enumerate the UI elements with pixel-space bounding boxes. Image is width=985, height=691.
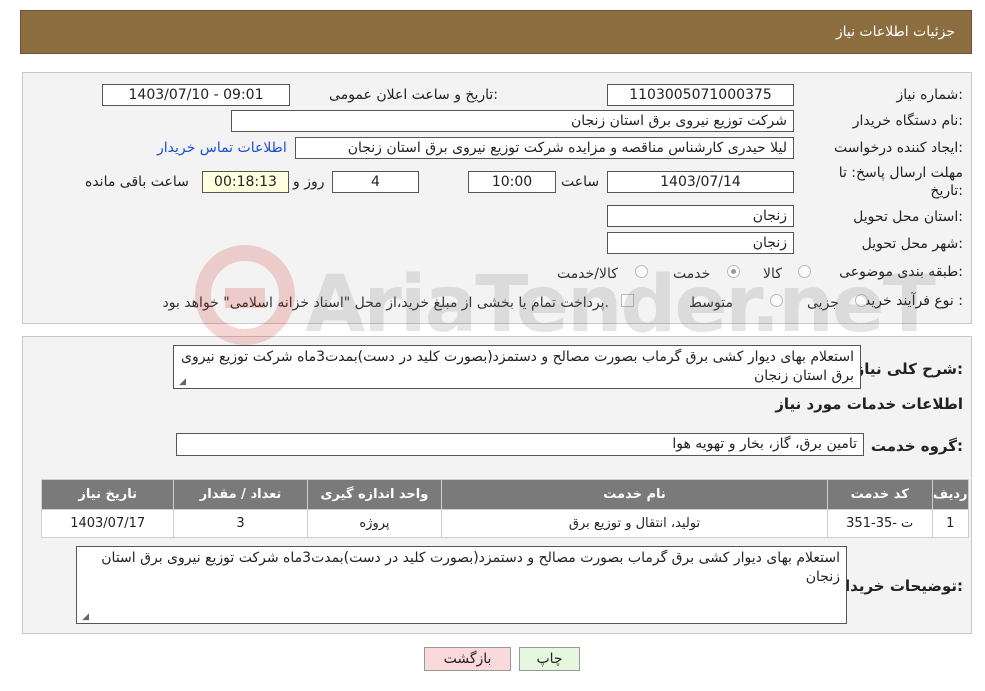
creator-label: ایجاد کننده درخواست: (834, 140, 963, 156)
deadline-label-1: مهلت ارسال پاسخ: تا (838, 165, 963, 181)
payment-note: پرداخت تمام یا بخشی از مبلغ خرید،از محل … (162, 295, 609, 311)
back-button[interactable]: بازگشت (424, 647, 511, 671)
remaining-time-field: 00:18:13 (202, 171, 289, 193)
province-field: زنجان (607, 205, 794, 227)
cell-service-code: ت -35-351 (826, 509, 933, 538)
category-label: طبقه بندی موضوعی: (839, 264, 963, 280)
process-minor-label: جزیی (807, 295, 839, 311)
deadline-date-field: 1403/07/14 (607, 171, 794, 193)
process-minor-radio[interactable] (855, 294, 868, 307)
table-row: 1 ت -35-351 تولید، انتقال و توزیع برق پر… (40, 509, 970, 538)
deadline-time-field: 10:00 (468, 171, 556, 193)
process-medium-radio[interactable] (770, 294, 783, 307)
buyer-notes-field: استعلام بهای دیوار کشی برق گرماب بصورت م… (76, 546, 847, 624)
need-number-label: شماره نیاز: (896, 87, 963, 103)
need-info-panel: شماره نیاز: 1103005071000375 تاریخ و ساع… (22, 72, 972, 324)
category-service-label: خدمت (673, 266, 711, 282)
days-label: روز و (293, 174, 325, 190)
deadline-label-2: تاریخ: (930, 183, 963, 199)
process-label: نوع فرآیند خرید : (864, 293, 963, 309)
col-unit: واحد اندازه گیری (306, 479, 443, 510)
col-service-name: نام خدمت (441, 479, 828, 510)
service-group-field: تامین برق، گاز، بخار و تهویه هوا (176, 433, 864, 456)
province-label: استان محل تحویل: (853, 209, 963, 225)
announce-field: 1403/07/10 - 09:01 (102, 84, 290, 106)
process-medium-label: متوسط (689, 295, 733, 311)
cell-service-name: تولید، انتقال و توزیع برق (441, 509, 828, 538)
summary-label: شرح کلی نیاز: (855, 360, 963, 378)
category-goods-service-label: کالا/خدمت (557, 266, 618, 282)
creator-field: لیلا حیدری کارشناس مناقصه و مزایده شرکت … (295, 137, 794, 159)
cell-unit: پروژه (306, 509, 443, 538)
buyer-org-field: شرکت توزیع نیروی برق استان زنجان (231, 110, 794, 132)
category-goods-service-radio[interactable] (635, 265, 648, 278)
cell-row: 1 (931, 509, 970, 538)
services-table: ردیف کد خدمت نام خدمت واحد اندازه گیری ت… (40, 479, 970, 538)
summary-text: استعلام بهای دیوار کشی برق گرماب بصورت م… (181, 349, 854, 384)
col-service-code: کد خدمت (826, 479, 933, 510)
buyer-contact-link[interactable]: اطلاعات تماس خریدار (157, 140, 287, 156)
col-row: ردیف (931, 479, 970, 510)
buyer-org-label: نام دستگاه خریدار: (852, 113, 963, 129)
buyer-notes-text: استعلام بهای دیوار کشی برق گرماب بصورت م… (101, 550, 840, 585)
print-button[interactable]: چاپ (519, 647, 580, 671)
summary-field: استعلام بهای دیوار کشی برق گرماب بصورت م… (173, 345, 861, 389)
page-title: جزئیات اطلاعات نیاز (835, 24, 955, 40)
services-heading: اطلاعات خدمات مورد نیاز (775, 395, 963, 413)
buyer-notes-label: توضیحات خریدار: (836, 577, 963, 595)
days-field: 4 (332, 171, 419, 193)
cell-need-date: 1403/07/17 (40, 509, 175, 538)
city-label: شهر محل تحویل: (861, 236, 963, 252)
page-header: جزئیات اطلاعات نیاز (20, 10, 972, 54)
col-quantity: تعداد / مقدار (173, 479, 308, 510)
deadline-time-label: ساعت (561, 174, 600, 190)
need-number-field: 1103005071000375 (607, 84, 794, 106)
city-field: زنجان (607, 232, 794, 254)
category-service-radio[interactable] (727, 265, 740, 278)
treasury-payment-checkbox[interactable] (621, 294, 634, 307)
need-details-panel: شرح کلی نیاز: استعلام بهای دیوار کشی برق… (22, 336, 972, 634)
service-group-label: گروه خدمت: (870, 437, 963, 455)
col-need-date: تاریخ نیاز (40, 479, 175, 510)
services-table-header: ردیف کد خدمت نام خدمت واحد اندازه گیری ت… (40, 479, 970, 510)
remaining-time-label: ساعت باقی مانده (85, 174, 189, 190)
announce-label: تاریخ و ساعت اعلان عمومی: (329, 87, 498, 103)
resize-grip-icon[interactable]: ◢ (79, 612, 89, 622)
cell-quantity: 3 (173, 509, 308, 538)
category-goods-radio[interactable] (798, 265, 811, 278)
resize-grip-icon[interactable]: ◢ (176, 377, 186, 387)
category-goods-label: کالا (763, 266, 782, 282)
